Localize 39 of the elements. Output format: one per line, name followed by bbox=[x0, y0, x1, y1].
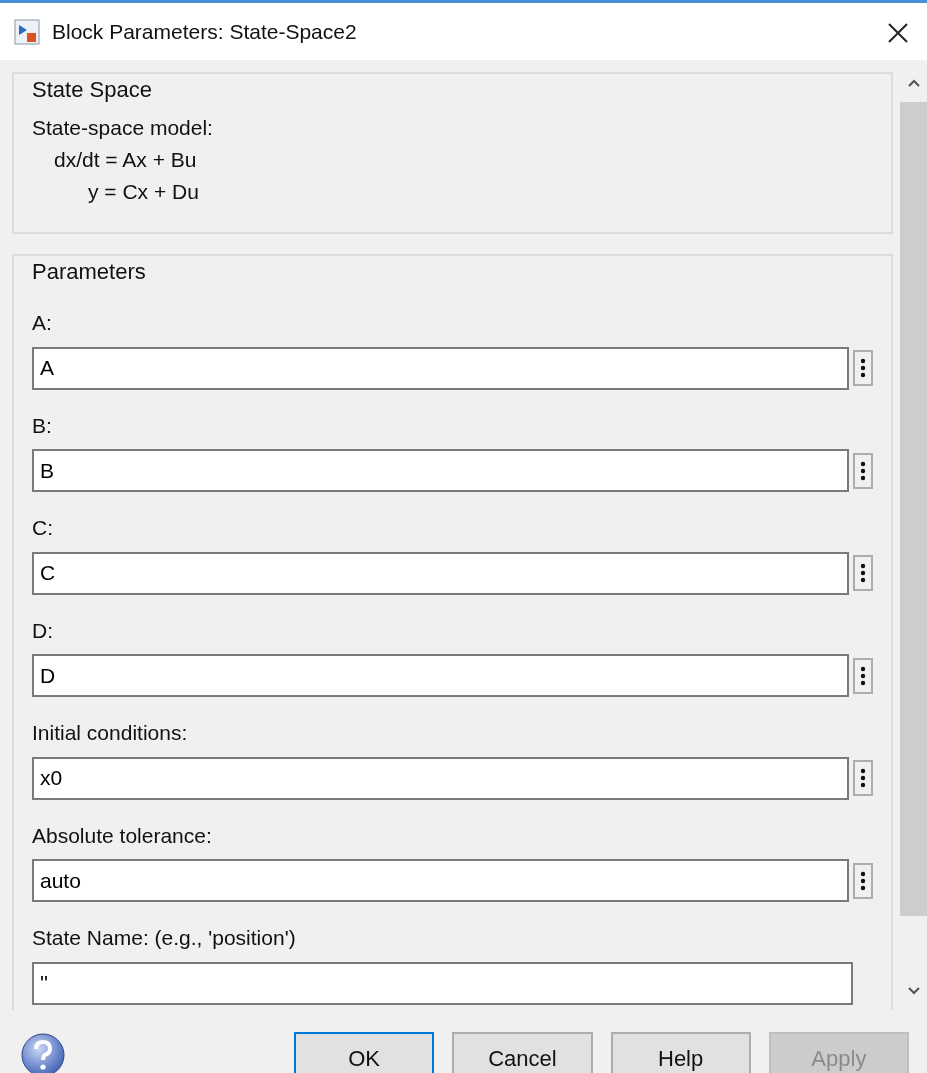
app-icon bbox=[14, 18, 40, 45]
field-label: B: bbox=[32, 412, 53, 439]
model-heading: State-space model: bbox=[32, 114, 214, 141]
model-equation: dx/dt = Ax + Bu bbox=[53, 146, 198, 173]
parameter-field[interactable]: D bbox=[32, 654, 849, 697]
ellipsis-button[interactable] bbox=[853, 657, 873, 694]
field-label: C: bbox=[32, 515, 54, 541]
parameter-field[interactable]: B bbox=[32, 449, 849, 492]
window-title: Block Parameters: State-Space2 bbox=[52, 18, 357, 45]
dialog-button[interactable]: Help bbox=[610, 1032, 751, 1073]
ellipsis-button[interactable] bbox=[853, 862, 873, 899]
field-label: Initial conditions: bbox=[32, 720, 189, 746]
parameter-field[interactable]: C bbox=[32, 551, 849, 595]
parameter-field[interactable]: auto bbox=[32, 859, 849, 902]
field-label: A: bbox=[32, 310, 53, 336]
dialog-button[interactable]: OK bbox=[294, 1032, 435, 1073]
ellipsis-button[interactable] bbox=[853, 350, 873, 386]
field-label: State Name: (e.g., 'position') bbox=[32, 925, 297, 951]
close-icon[interactable] bbox=[887, 22, 909, 45]
scroll-down-icon[interactable] bbox=[906, 986, 921, 996]
ellipsis-button[interactable] bbox=[853, 555, 873, 591]
scroll-up-icon[interactable] bbox=[906, 78, 921, 88]
parameter-field[interactable]: A bbox=[32, 346, 849, 390]
field-label: Absolute tolerance: bbox=[32, 822, 213, 849]
scrollbar-thumb[interactable] bbox=[900, 102, 927, 916]
vertical-dots-icon[interactable] bbox=[860, 357, 866, 379]
vertical-dots-icon[interactable] bbox=[860, 869, 866, 892]
vertical-dots-icon[interactable] bbox=[860, 767, 866, 789]
parameter-field[interactable]: '' bbox=[32, 961, 853, 1005]
dialog-button[interactable]: Cancel bbox=[452, 1032, 593, 1073]
model-equation: y = Cx + Du bbox=[87, 178, 200, 205]
vertical-dots-icon[interactable] bbox=[860, 664, 866, 687]
field-label: D: bbox=[32, 617, 54, 644]
parameter-field[interactable]: x0 bbox=[32, 756, 849, 800]
help-icon[interactable] bbox=[20, 1032, 66, 1073]
vertical-dots-icon[interactable] bbox=[860, 459, 866, 482]
ellipsis-button[interactable] bbox=[853, 452, 873, 489]
ellipsis-button[interactable] bbox=[853, 760, 873, 796]
vertical-dots-icon[interactable] bbox=[860, 562, 866, 584]
